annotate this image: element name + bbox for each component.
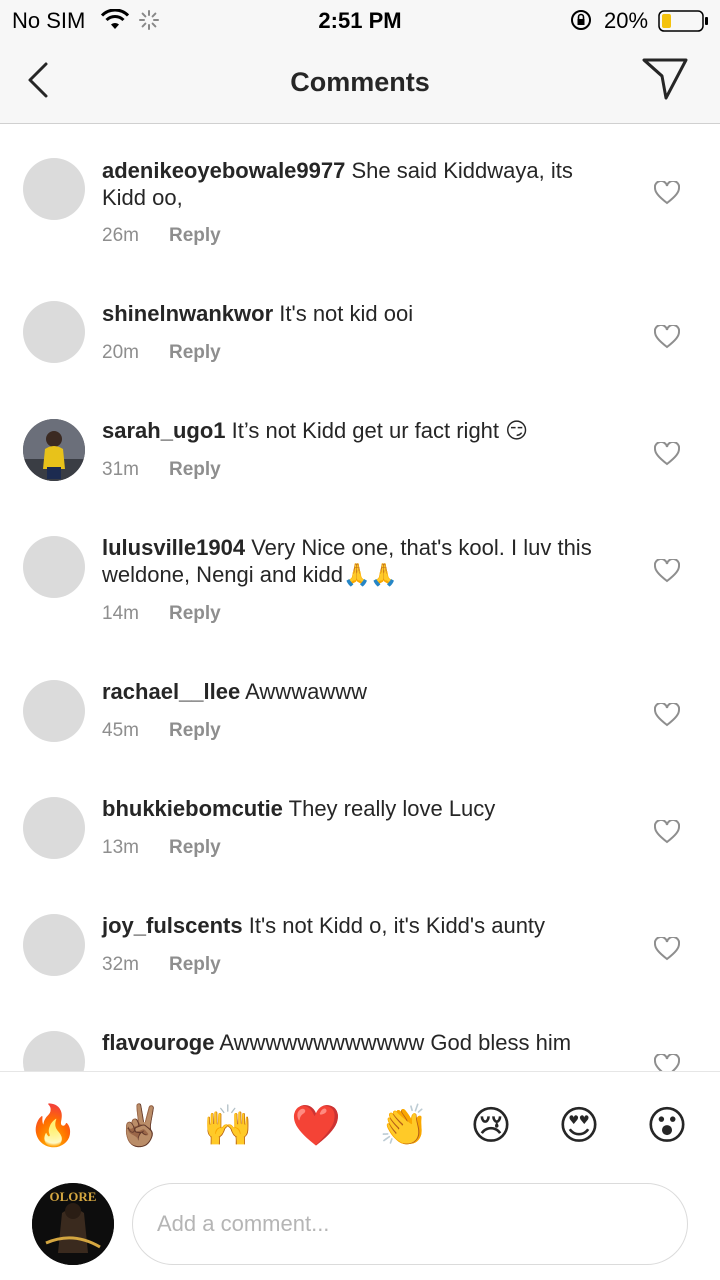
red-heart-emoji[interactable]: ❤️	[291, 1102, 341, 1150]
comment-username[interactable]: shinelnwankwor	[102, 301, 273, 326]
heart-icon[interactable]	[654, 181, 680, 205]
heart-icon[interactable]	[654, 820, 680, 844]
comment-time: 45m	[102, 720, 139, 741]
heart-icon[interactable]	[654, 1054, 680, 1071]
reply-button[interactable]: Reply	[169, 954, 221, 975]
avatar[interactable]	[23, 536, 85, 598]
avatar[interactable]	[23, 158, 85, 220]
comment-username[interactable]: bhukkiebomcutie	[102, 796, 283, 821]
user-photo-icon	[23, 419, 85, 481]
reply-button[interactable]: Reply	[169, 459, 221, 480]
battery-percentage: 20%	[604, 8, 649, 33]
comment-body: shinelnwankwor It's not kid ooi	[102, 300, 612, 327]
reply-button[interactable]: Reply	[169, 225, 221, 246]
comment-meta: 32m Reply	[102, 954, 221, 976]
avatar[interactable]	[23, 680, 85, 742]
crying-face-emoji[interactable]: 😢	[467, 1102, 515, 1150]
reply-button[interactable]: Reply	[169, 720, 221, 741]
raising-hands-emoji[interactable]: 🙌	[203, 1102, 253, 1150]
profile-artwork-icon: OLORE	[32, 1183, 114, 1265]
status-bar: No SIM 2:51 PM 20%	[0, 0, 720, 40]
reply-button[interactable]: Reply	[169, 837, 221, 858]
victory-hand-emoji[interactable]: ✌🏽	[115, 1102, 165, 1150]
comment-input[interactable]	[132, 1183, 688, 1265]
battery-icon	[658, 10, 708, 32]
rotation-lock-icon	[571, 10, 591, 30]
page-title: Comments	[290, 67, 430, 97]
comment-time: 20m	[102, 342, 139, 363]
comment-meta: 14m Reply	[102, 603, 221, 625]
comment-body: adenikeoyebowale9977 She said Kiddwaya, …	[102, 157, 612, 211]
clapping-hands-emoji[interactable]: 👏	[379, 1102, 429, 1150]
reply-button[interactable]: Reply	[169, 603, 221, 624]
avatar[interactable]	[23, 1031, 85, 1071]
heart-icon[interactable]	[654, 937, 680, 961]
fire-emoji[interactable]: 🔥	[28, 1102, 78, 1150]
comment-text: Awwwawww	[245, 679, 367, 704]
avatar[interactable]	[23, 797, 85, 859]
comment-username[interactable]: sarah_ugo1	[102, 418, 226, 443]
comment-body: bhukkiebomcutie They really love Lucy	[102, 795, 612, 822]
avatar[interactable]	[23, 301, 85, 363]
avatar[interactable]	[23, 914, 85, 976]
comments-list[interactable]: adenikeoyebowale9977 She said Kiddwaya, …	[0, 125, 720, 1071]
my-avatar[interactable]: OLORE	[32, 1183, 114, 1265]
comment-username[interactable]: joy_fulscents	[102, 913, 243, 938]
comment-username[interactable]: adenikeoyebowale9977	[102, 158, 345, 183]
reply-button[interactable]: Reply	[169, 342, 221, 363]
comment-username[interactable]: lulusville1904	[102, 535, 245, 560]
comment-body: lulusville1904 Very Nice one, that's koo…	[102, 534, 612, 588]
comment-text: They really love Lucy	[288, 796, 496, 821]
comment-composer: OLORE	[0, 1175, 720, 1280]
comment-meta: 26m Reply	[102, 225, 221, 247]
avatar[interactable]	[23, 419, 85, 481]
heart-icon[interactable]	[654, 442, 680, 466]
comment-meta: 45m Reply	[102, 720, 221, 742]
comment-time: 14m	[102, 603, 139, 624]
heart-eyes-emoji[interactable]: 😍	[555, 1102, 603, 1150]
direct-send-icon[interactable]	[640, 56, 690, 102]
comment-body: sarah_ugo1 It’s not Kidd get ur fact rig…	[102, 417, 612, 444]
heart-icon[interactable]	[654, 703, 680, 727]
comment-text: It's not kid ooi	[279, 301, 414, 326]
comment-body: flavouroge Awwwwwwwwwwww God bless him	[102, 1029, 612, 1056]
comment-body: rachael__llee Awwwawww	[102, 678, 612, 705]
comment-time: 32m	[102, 954, 139, 975]
comment-username[interactable]: flavouroge	[102, 1030, 214, 1055]
comment-time: 13m	[102, 837, 139, 858]
comment-time: 26m	[102, 225, 139, 246]
comment-meta: 20m Reply	[102, 342, 221, 364]
emoji-reaction-bar: 🔥 ✌🏽 🙌 ❤️ 👏 😢 😍 😮	[0, 1071, 720, 1175]
comment-text: It’s not Kidd get ur fact right 😏	[231, 418, 529, 443]
comment-time: 31m	[102, 459, 139, 480]
comment-meta: 31m Reply	[102, 459, 221, 481]
comment-meta: 13m Reply	[102, 837, 221, 859]
comment-body: joy_fulscents It's not Kidd o, it's Kidd…	[102, 912, 612, 939]
heart-icon[interactable]	[654, 559, 680, 583]
comment-text: It's not Kidd o, it's Kidd's aunty	[248, 913, 546, 938]
comment-username[interactable]: rachael__llee	[102, 679, 240, 704]
comment-text: Awwwwwwwwwwww God bless him	[219, 1030, 572, 1055]
avatar-logo-text: OLORE	[50, 1189, 97, 1204]
heart-icon[interactable]	[654, 325, 680, 349]
surprised-face-emoji[interactable]: 😮	[643, 1102, 691, 1150]
nav-bar: Comments	[0, 40, 720, 124]
